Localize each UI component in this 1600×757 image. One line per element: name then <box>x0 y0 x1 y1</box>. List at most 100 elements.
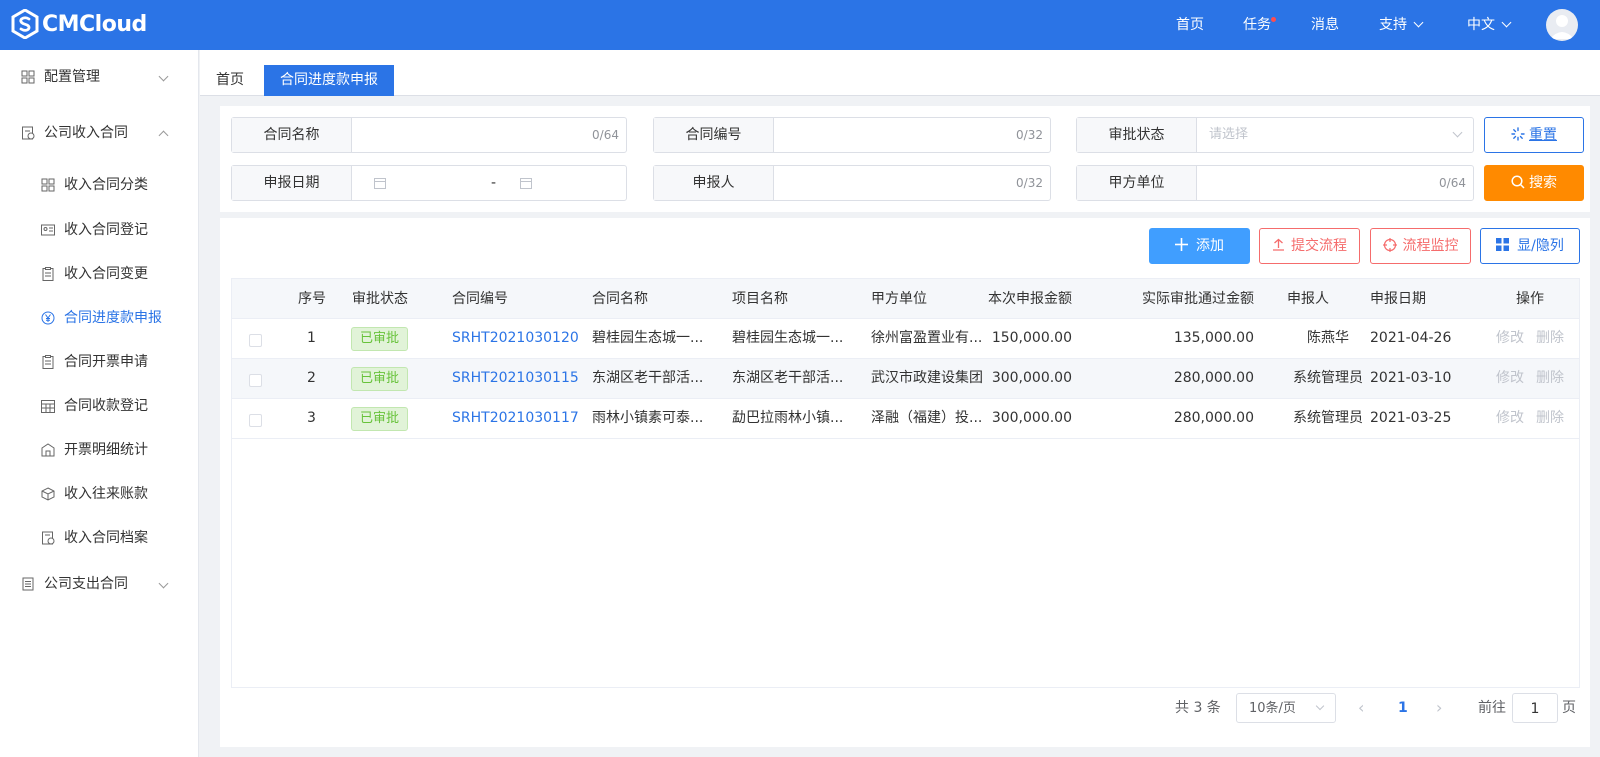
user-avatar[interactable] <box>1546 9 1578 41</box>
yen-icon <box>41 311 55 325</box>
table-row[interactable]: 1 已审批 SRHT2021030120 碧桂园生态城一... 碧桂园生态城一.… <box>232 319 1579 359</box>
sidebar-group-config[interactable]: 配置管理 <box>0 55 199 99</box>
sidebar-group-label: 配置管理 <box>44 69 100 85</box>
cell-approved: 280,000.00 <box>1173 410 1254 426</box>
page-size-select[interactable]: 10条/页 <box>1236 693 1336 723</box>
reset-button-label: 重置 <box>1529 127 1557 143</box>
goto-page-input[interactable]: 1 <box>1512 693 1558 723</box>
language-label: 中文 <box>1467 17 1495 33</box>
row-checkbox[interactable] <box>249 414 262 427</box>
chevron-down-icon <box>158 578 169 589</box>
sidebar-item-invoice-request[interactable]: 合同开票申请 <box>0 340 199 384</box>
sidebar-group-income-contract[interactable]: 公司收入合同 <box>0 111 199 155</box>
sidebar-item-receipt-register[interactable]: 合同收款登记 <box>0 384 199 428</box>
char-counter: 0/32 <box>1016 176 1043 190</box>
add-button[interactable]: 添加 <box>1149 228 1250 264</box>
char-counter: 0/64 <box>1439 176 1466 190</box>
search-button[interactable]: 搜索 <box>1484 165 1584 201</box>
id-card-icon <box>41 224 55 236</box>
brand-name: CMCloud <box>42 11 147 37</box>
reset-button[interactable]: 重置 <box>1484 117 1584 153</box>
sidebar-item-income-category[interactable]: 收入合同分类 <box>0 163 199 207</box>
grid-icon <box>21 70 35 84</box>
date-separator: - <box>491 175 497 191</box>
cell-date: 2021-04-26 <box>1370 330 1452 346</box>
loading-icon <box>1511 127 1525 141</box>
prev-page-button[interactable]: ‹ <box>1358 693 1364 723</box>
monitor-flow-button[interactable]: 流程监控 <box>1370 228 1471 264</box>
row-checkbox[interactable] <box>249 334 262 347</box>
document-icon <box>22 577 34 591</box>
approval-status-select[interactable]: 审批状态 请选择 <box>1076 117 1474 153</box>
tab-home[interactable]: 首页 <box>200 65 260 96</box>
submit-flow-button[interactable]: 提交流程 <box>1259 228 1360 264</box>
nav-home[interactable]: 首页 <box>1176 0 1204 50</box>
contract-code-link[interactable]: SRHT2021030117 <box>452 399 579 438</box>
sidebar-item-label: 收入合同登记 <box>64 222 148 238</box>
select-placeholder: 请选择 <box>1209 127 1249 142</box>
sidebar-group-expense-contract[interactable]: 公司支出合同 <box>0 562 199 606</box>
sidebar-item-income-archive[interactable]: 收入合同档案 <box>0 516 199 560</box>
tab-progress-payment[interactable]: 合同进度款申报 <box>264 65 394 96</box>
logo-icon <box>11 9 39 39</box>
edit-link[interactable]: 修改 <box>1496 319 1524 358</box>
tab-bar: 首页 合同进度款申报 <box>200 50 1600 96</box>
sidebar-item-progress-payment[interactable]: 合同进度款申报 <box>0 296 199 340</box>
contract-name-field[interactable]: 合同名称 0/64 <box>231 117 627 153</box>
sidebar-item-income-change[interactable]: 收入合同变更 <box>0 252 199 296</box>
edit-link[interactable]: 修改 <box>1496 399 1524 438</box>
cell-approved: 280,000.00 <box>1173 370 1254 386</box>
sidebar-item-income-register[interactable]: 收入合同登记 <box>0 208 199 252</box>
table-row[interactable]: 2 已审批 SRHT2021030115 东湖区老干部活... 东湖区老干部活.… <box>232 359 1579 399</box>
sidebar-item-invoice-stats[interactable]: 开票明细统计 <box>0 428 199 472</box>
contract-code-link[interactable]: SRHT2021030115 <box>452 359 579 398</box>
contract-icon <box>22 126 35 140</box>
delete-link[interactable]: 删除 <box>1536 319 1564 358</box>
column-header-date: 申报日期 <box>1370 291 1426 307</box>
clipboard-icon <box>42 355 54 369</box>
archive-icon <box>42 531 55 545</box>
sidebar-group-label: 公司支出合同 <box>44 576 128 592</box>
edit-link[interactable]: 修改 <box>1496 359 1524 398</box>
sidebar-item-income-accounts[interactable]: 收入往来账款 <box>0 472 199 516</box>
next-page-button[interactable]: › <box>1436 693 1442 723</box>
column-header-amount: 本次申报金额 <box>988 291 1072 307</box>
toggle-columns-button[interactable]: 显/隐列 <box>1480 228 1580 264</box>
table-row[interactable]: 3 已审批 SRHT2021030117 雨林小镇素可泰... 勐巴拉雨林小镇.… <box>232 399 1579 439</box>
column-header-code: 合同编号 <box>452 291 508 307</box>
sidebar: 配置管理 公司收入合同 收入合同分类 收入合同登记 收入合同变更 合同进度款申报… <box>0 50 199 757</box>
char-counter: 0/32 <box>1016 128 1043 142</box>
party-a-field[interactable]: 甲方单位 0/64 <box>1076 165 1474 201</box>
column-header-no: 序号 <box>298 291 326 307</box>
sidebar-item-label: 收入合同变更 <box>64 266 148 282</box>
cube-icon <box>41 487 55 501</box>
notification-dot <box>1271 17 1276 22</box>
row-checkbox[interactable] <box>249 374 262 387</box>
brand-logo[interactable]: CMCloud <box>10 9 147 39</box>
chevron-down-icon <box>1501 17 1512 28</box>
cell-no: 2 <box>307 370 316 386</box>
nav-tasks[interactable]: 任务 <box>1243 0 1276 50</box>
nav-messages[interactable]: 消息 <box>1311 0 1339 50</box>
cell-name: 雨林小镇素可泰... <box>592 410 704 426</box>
delete-link[interactable]: 删除 <box>1536 359 1564 398</box>
nav-support[interactable]: 支持 <box>1379 0 1424 50</box>
report-date-range[interactable]: 申报日期 - <box>231 165 627 201</box>
contract-no-field[interactable]: 合同编号 0/32 <box>653 117 1051 153</box>
page-suffix: 页 <box>1562 700 1576 716</box>
contract-code-link[interactable]: SRHT2021030120 <box>452 319 579 358</box>
clipboard-icon <box>42 267 54 281</box>
language-selector[interactable]: 中文 <box>1467 0 1512 50</box>
delete-link[interactable]: 删除 <box>1536 399 1564 438</box>
chevron-up-icon <box>158 130 169 141</box>
cell-reporter: 系统管理员 <box>1293 370 1363 386</box>
cell-amount: 150,000.00 <box>991 330 1072 346</box>
page-number-current[interactable]: 1 <box>1398 693 1408 723</box>
calendar-icon <box>374 178 386 189</box>
search-button-label: 搜索 <box>1529 175 1557 191</box>
calendar-icon <box>41 400 55 413</box>
reporter-field[interactable]: 申报人 0/32 <box>653 165 1051 201</box>
sidebar-item-label: 合同进度款申报 <box>64 310 162 326</box>
status-badge: 已审批 <box>351 327 409 351</box>
contract-no-label: 合同编号 <box>654 118 774 152</box>
